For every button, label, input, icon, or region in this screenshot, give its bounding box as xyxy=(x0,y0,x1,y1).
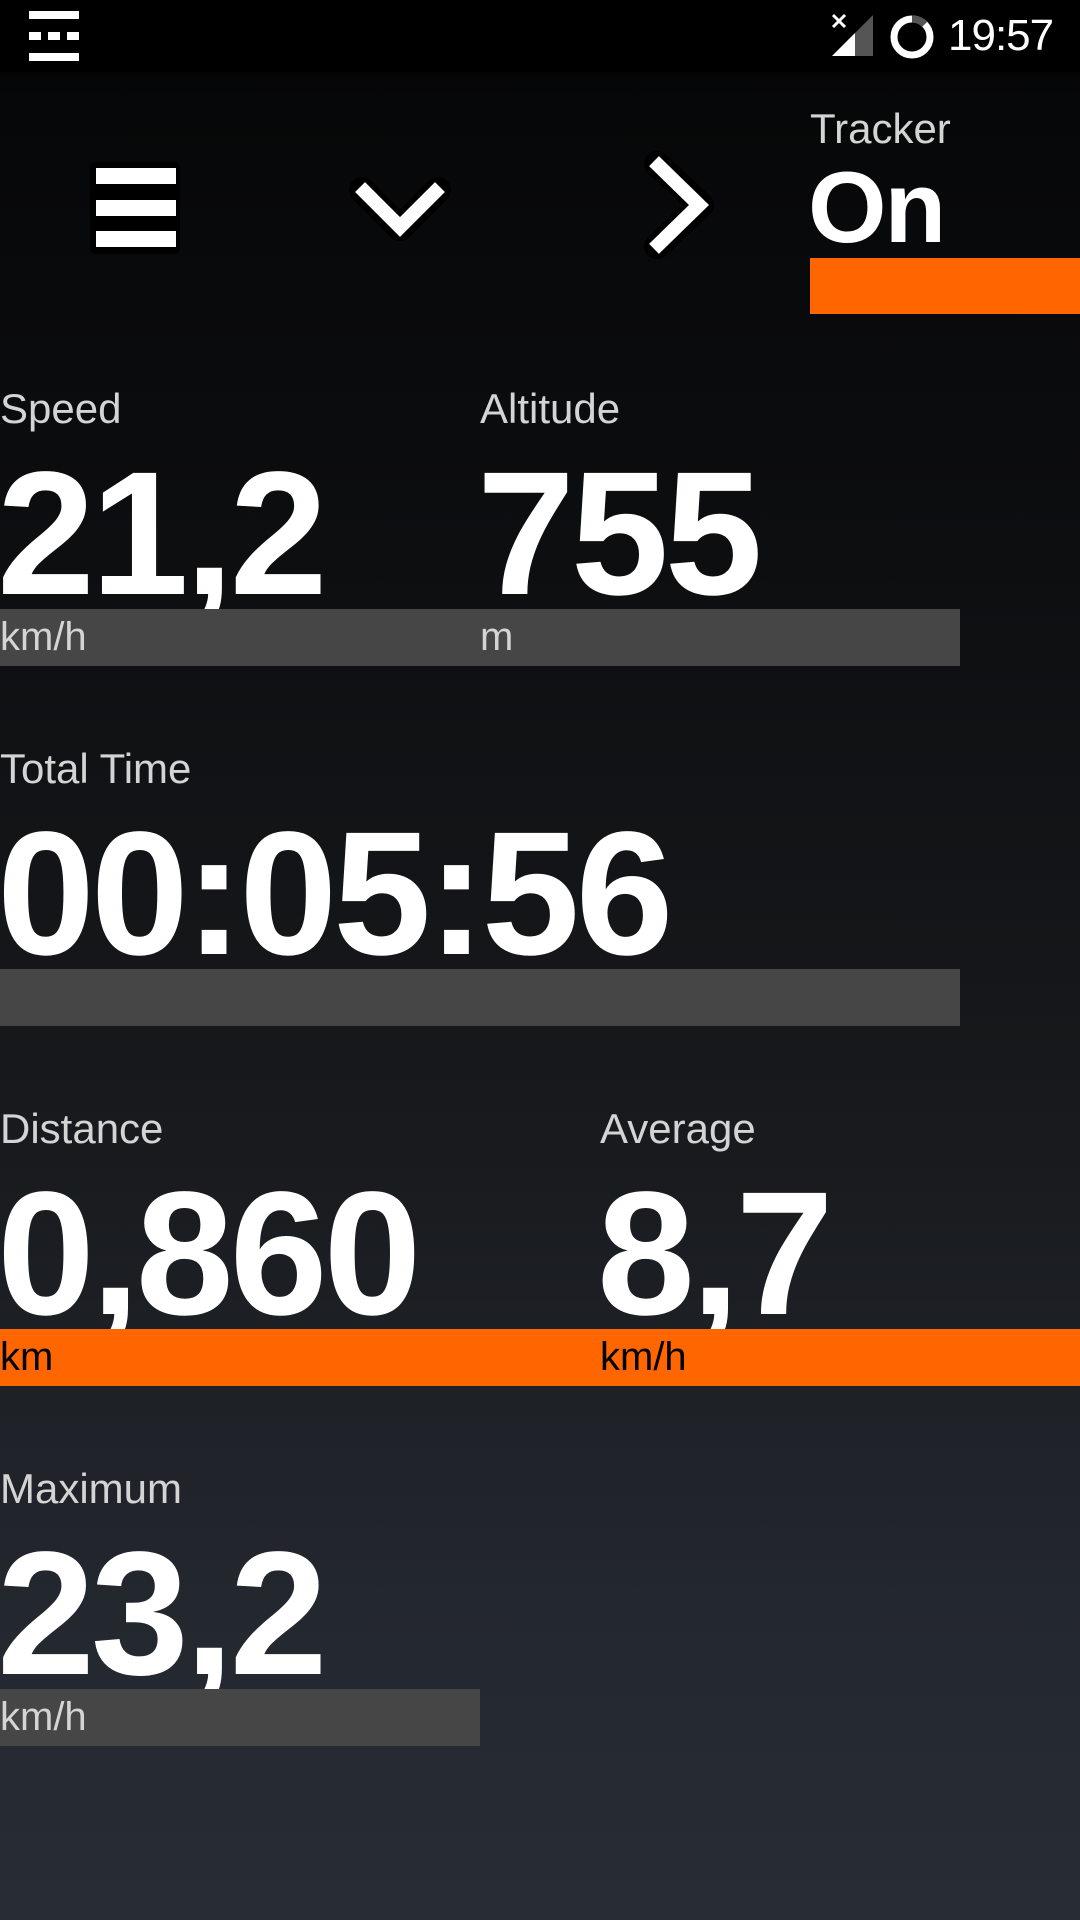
dropdown-button[interactable] xyxy=(345,150,455,260)
notification-icon xyxy=(29,11,79,61)
maximum-label: Maximum xyxy=(0,1465,183,1512)
distance-average-unit-bar xyxy=(0,1329,1080,1386)
speed-unit: km/h xyxy=(0,615,87,659)
signal-no-sim-icon xyxy=(831,13,873,56)
total-time-unit-bar xyxy=(0,969,960,1026)
distance-value: 0,860 xyxy=(0,1156,421,1352)
total-time-value: 00:05:56 xyxy=(0,796,674,992)
distance-unit: km xyxy=(0,1335,54,1379)
total-time-label: Total Time xyxy=(0,745,192,792)
tracker-toggle[interactable]: Tracker On xyxy=(808,100,1080,314)
average-value: 8,7 xyxy=(597,1156,834,1352)
distance-label: Distance xyxy=(0,1105,164,1152)
chevron-right-icon xyxy=(644,151,714,259)
speed-value: 21,2 xyxy=(0,436,328,632)
maximum-unit: km/h xyxy=(0,1695,87,1739)
status-bar: 19:57 xyxy=(0,0,1080,72)
hamburger-menu-icon xyxy=(90,162,180,254)
menu-button[interactable] xyxy=(80,150,190,260)
speed-label: Speed xyxy=(0,385,122,432)
next-page-button[interactable] xyxy=(625,150,735,260)
altitude-unit: m xyxy=(480,615,514,659)
average-unit: km/h xyxy=(600,1335,687,1379)
tracker-status-bar xyxy=(810,258,1080,314)
tracker-status: On xyxy=(808,152,946,264)
maximum-value: 23,2 xyxy=(0,1516,328,1712)
tracker-label: Tracker xyxy=(810,105,951,152)
average-label: Average xyxy=(600,1105,756,1152)
status-clock: 19:57 xyxy=(948,11,1054,60)
altitude-label: Altitude xyxy=(480,385,621,432)
altitude-value: 755 xyxy=(477,436,763,632)
chevron-down-icon xyxy=(349,177,451,241)
battery-ring-icon xyxy=(890,15,934,59)
